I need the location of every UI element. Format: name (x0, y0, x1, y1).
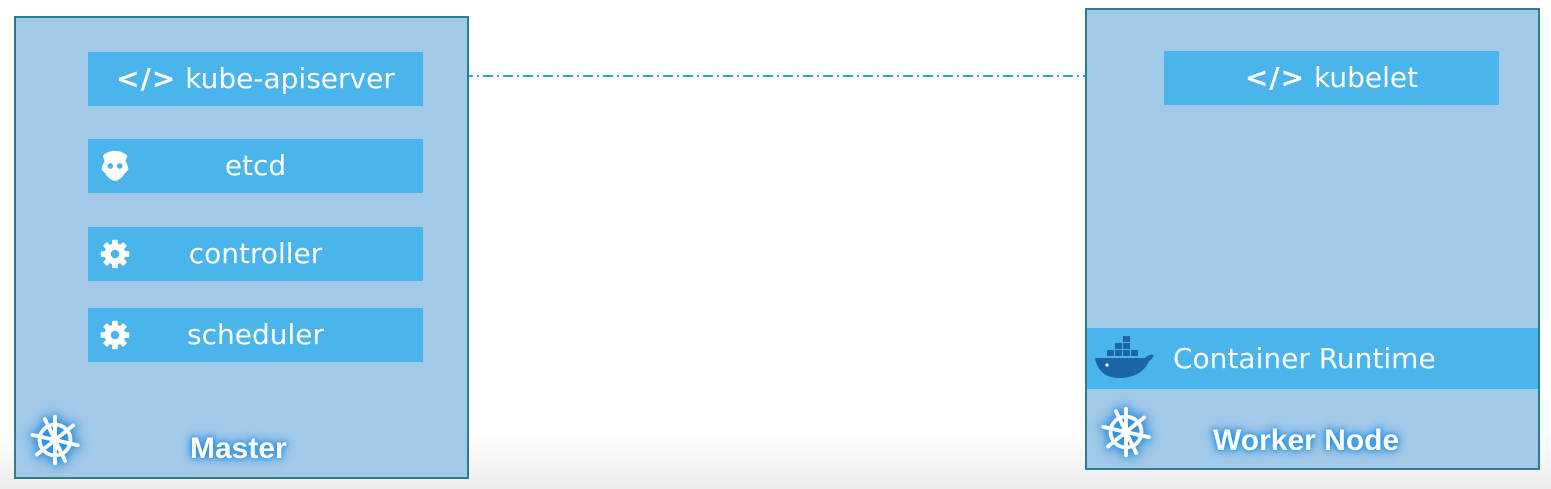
code-brackets-icon: </> (116, 62, 177, 95)
scheduler-label: scheduler (187, 318, 324, 351)
kubernetes-helm-icon (26, 411, 84, 469)
container-runtime-component: Container Runtime (1087, 328, 1538, 389)
kube-apiserver-component: </> kube-apiserver (88, 52, 423, 106)
master-title: Master (190, 432, 287, 465)
gear-icon (96, 235, 134, 273)
docker-whale-icon (1093, 336, 1159, 382)
controller-label: controller (188, 237, 323, 270)
etcd-component: etcd (88, 139, 423, 193)
master-node: </> kube-apiserver etcd controller sched… (14, 16, 469, 479)
controller-component: controller (88, 227, 423, 281)
etcd-icon (96, 147, 134, 185)
kube-apiserver-label: kube-apiserver (185, 62, 395, 95)
kubernetes-helm-icon (1097, 403, 1155, 461)
code-brackets-icon: </> (1244, 61, 1306, 94)
worker-node: </> kubelet Container Runtime Worker Nod… (1085, 8, 1540, 470)
kubelet-label: kubelet (1314, 61, 1419, 94)
scheduler-component: scheduler (88, 308, 423, 362)
container-runtime-label: Container Runtime (1173, 341, 1436, 375)
gear-icon (96, 316, 134, 354)
worker-node-title: Worker Node (1213, 424, 1400, 457)
kubelet-component: </> kubelet (1164, 51, 1499, 105)
etcd-label: etcd (224, 149, 287, 182)
